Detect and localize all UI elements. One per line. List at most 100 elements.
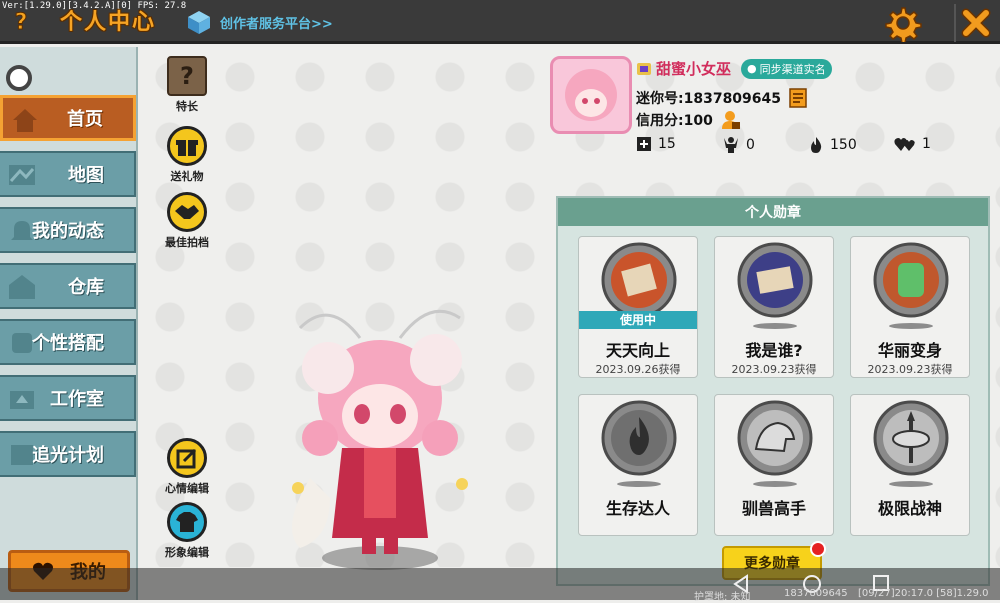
studio-icon xyxy=(10,391,34,409)
medal-in-use-tag: 使用中 xyxy=(579,311,697,329)
sidebar-item-map[interactable]: 地图 xyxy=(0,151,136,197)
medal-card[interactable]: 生存达人 xyxy=(578,394,698,536)
edit-icon xyxy=(167,438,207,478)
credit-row: 信用分:100 xyxy=(636,110,741,130)
map-icon xyxy=(9,165,35,185)
profile-avatar[interactable] xyxy=(550,56,632,134)
medal-name: 极限战神 xyxy=(877,499,942,518)
best-partner-button[interactable]: 最佳拍档 xyxy=(155,192,219,250)
mini-id: 迷你号:1837809645 xyxy=(636,91,782,107)
plus-box-icon xyxy=(637,137,651,151)
medal-shadow xyxy=(753,481,797,487)
sidebar-item-label: 首页 xyxy=(67,109,103,130)
notification-dot xyxy=(810,541,826,557)
status-id: 1837809645 xyxy=(784,588,848,599)
spotlight-icon xyxy=(11,445,33,465)
outfit-icon xyxy=(12,333,32,353)
sidebar-item-outfit[interactable]: 个性搭配 xyxy=(0,319,136,365)
shirt-icon xyxy=(167,502,207,542)
stat-plus-value: 15 xyxy=(658,136,676,152)
sidebar-item-feed[interactable]: 我的动态 xyxy=(0,207,136,253)
creator-link-text: 创作者服务平台>> xyxy=(220,16,333,32)
medal-badge-icon xyxy=(737,400,813,476)
creator-platform-link[interactable]: 创作者服务平台>> xyxy=(186,8,333,36)
medal-panel-title: 个人勋章 xyxy=(558,198,988,226)
stat-hearts: 1 xyxy=(894,136,931,152)
sidebar-item-label: 追光计划 xyxy=(32,445,104,466)
specialty-button[interactable]: ? 特长 xyxy=(155,56,219,114)
sidebar-item-warehouse[interactable]: 仓库 xyxy=(0,263,136,309)
status-left: 护罩地: 未知 xyxy=(694,592,751,603)
sidebar-item-label: 工作室 xyxy=(50,389,104,410)
medal-date: 2023.09.23获得 xyxy=(731,363,817,376)
mood-edit-button[interactable]: 心情编辑 xyxy=(155,438,219,496)
close-button[interactable] xyxy=(954,4,996,42)
medal-card[interactable]: 华丽变身 2023.09.23获得 xyxy=(850,236,970,378)
stat-plus: 15 xyxy=(636,136,676,152)
medal-panel: 个人勋章 使用中 天天向上 2023.09.26获得 我是谁? 2023.09.… xyxy=(556,196,990,586)
medal-shadow xyxy=(889,323,933,329)
medal-card[interactable]: 极限战神 xyxy=(850,394,970,536)
fire-icon xyxy=(811,137,822,153)
credit-score: 信用分:100 xyxy=(636,113,713,129)
system-nav-bar: 护罩地: 未知 1837809645 [09/27]20:17.0 [58]1.… xyxy=(0,568,1000,603)
stat-hearts-value: 1 xyxy=(922,136,931,152)
sidebar-item-label: 我的动态 xyxy=(32,221,104,242)
gear-icon[interactable] xyxy=(884,4,922,42)
medal-shadow xyxy=(753,323,797,329)
verify-label: 同步渠道实名 xyxy=(759,62,826,76)
top-bar: Ver:[1.29.0][3.4.2.A][0] FPS: 27.8 ? 个人中… xyxy=(0,0,1000,44)
gift-icon xyxy=(167,126,207,166)
sidebar-item-label: 地图 xyxy=(68,165,104,186)
medal-badge-icon xyxy=(873,400,949,476)
handshake-icon xyxy=(167,192,207,232)
sidebar-item-spotlight[interactable]: 追光计划 xyxy=(0,431,136,477)
medal-date: 2023.09.23获得 xyxy=(867,363,953,376)
medal-name: 生存达人 xyxy=(605,499,670,518)
gift-label: 送礼物 xyxy=(170,170,204,183)
gift-button[interactable]: 送礼物 xyxy=(155,126,219,184)
mood-edit-label: 心情编辑 xyxy=(165,482,209,495)
help-button[interactable]: ? xyxy=(6,6,36,38)
user-check-icon: ● xyxy=(747,62,757,75)
medal-badge-icon xyxy=(873,242,949,318)
status-right: [09/27]20:17.0 [58]1.29.0 xyxy=(858,588,989,599)
medal-card[interactable]: 我是谁? 2023.09.23获得 xyxy=(714,236,834,378)
question-mark-icon: ? xyxy=(14,9,28,35)
medal-name: 华丽变身 xyxy=(877,341,942,360)
mini-id-row: 迷你号:1837809645 xyxy=(636,88,807,108)
sidebar: 首页 地图 我的动态 仓库 个性搭配 工作室 追光计划 xyxy=(0,47,138,600)
medal-badge-icon xyxy=(601,242,677,318)
bell-icon xyxy=(11,221,33,240)
sidebar-item-studio[interactable]: 工作室 xyxy=(0,375,136,421)
hearts-icon xyxy=(894,138,915,151)
home-icon xyxy=(13,109,37,132)
medal-badge-icon xyxy=(601,400,677,476)
character-avatar[interactable] xyxy=(270,298,490,578)
medal-name: 我是谁? xyxy=(745,341,803,360)
sidebar-item-label: 个性搭配 xyxy=(32,333,104,354)
close-icon xyxy=(961,8,991,38)
specialty-label: 特长 xyxy=(176,100,198,113)
stat-fire: 150 xyxy=(808,136,857,154)
profile-stats: 15 0 150 1 xyxy=(636,136,936,156)
user-badge-icon[interactable] xyxy=(721,110,741,130)
medal-name: 天天向上 xyxy=(605,341,670,360)
stat-likes: 0 xyxy=(722,136,755,154)
medal-card[interactable]: 驯兽高手 xyxy=(714,394,834,536)
avatar-portrait xyxy=(565,69,617,121)
gender-badge-icon xyxy=(637,62,651,75)
sidebar-item-home[interactable]: 首页 xyxy=(0,95,136,141)
medal-card[interactable]: 使用中 天天向上 2023.09.26获得 xyxy=(578,236,698,378)
medal-shadow xyxy=(617,481,661,487)
verify-badge[interactable]: ● 同步渠道实名 xyxy=(741,58,832,79)
appearance-edit-button[interactable]: 形象编辑 xyxy=(155,502,219,560)
medal-shadow xyxy=(889,481,933,487)
sidebar-toggle[interactable] xyxy=(6,65,32,91)
stat-likes-value: 0 xyxy=(746,137,755,153)
copy-icon[interactable] xyxy=(789,88,807,108)
question-box-icon: ? xyxy=(167,56,207,96)
medal-badge-icon xyxy=(737,242,813,318)
page-title: 个人中心 xyxy=(60,10,157,35)
best-partner-label: 最佳拍档 xyxy=(165,236,209,249)
